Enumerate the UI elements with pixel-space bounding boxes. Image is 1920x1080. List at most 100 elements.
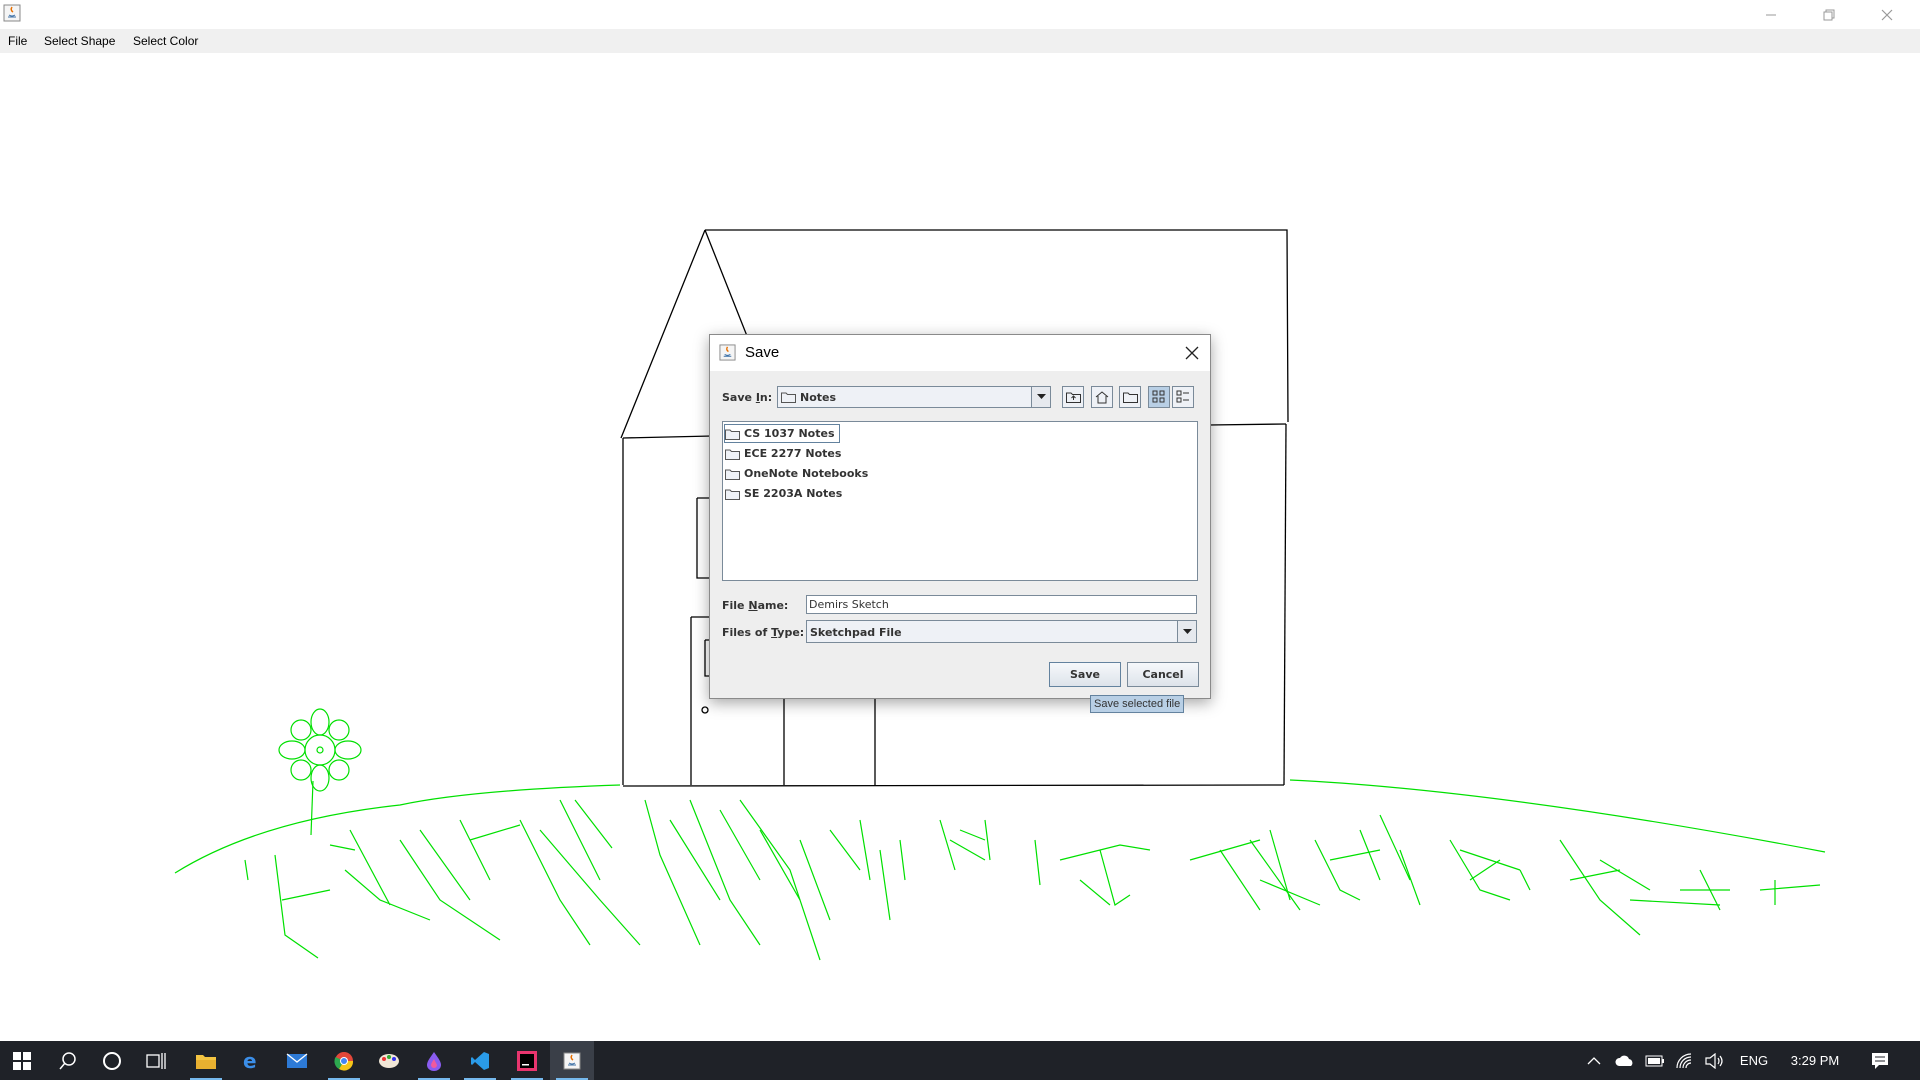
clock-time: 3:29 PM [1790, 1053, 1840, 1068]
minimize-button[interactable] [1742, 0, 1800, 29]
chrome-button[interactable] [322, 1041, 366, 1080]
window-titlebar [0, 0, 1920, 29]
dialog-titlebar: Save [710, 335, 1210, 371]
mail-icon [286, 1052, 308, 1068]
paint-button[interactable] [367, 1041, 411, 1080]
menu-select-shape[interactable]: Select Shape [44, 29, 115, 53]
menu-bar: File Select Shape Select Color [0, 29, 1920, 53]
house-base [622, 784, 1285, 787]
droplet-app-button[interactable] [412, 1041, 456, 1080]
folder-icon [725, 469, 740, 480]
start-button[interactable] [0, 1041, 44, 1080]
cortana-button[interactable] [90, 1041, 134, 1080]
svg-text:e: e [243, 1051, 257, 1071]
volume-tray[interactable] [1702, 1041, 1728, 1080]
folder-icon [725, 449, 740, 460]
restore-button[interactable] [1800, 0, 1858, 29]
new-folder-button[interactable] [1119, 386, 1141, 408]
cloud-icon [1615, 1055, 1633, 1066]
edge-button[interactable]: e [229, 1041, 273, 1080]
show-hidden-icons-button[interactable] [1582, 1041, 1606, 1080]
file-explorer-button[interactable] [184, 1041, 228, 1080]
chrome-icon [334, 1051, 354, 1071]
house-wall-right [1283, 423, 1287, 786]
vscode-icon [471, 1051, 489, 1070]
door-knob [701, 706, 709, 714]
notification-icon [1872, 1052, 1888, 1069]
restore-icon [1823, 9, 1835, 20]
file-name-label: File Name: [722, 599, 789, 612]
file-name-field[interactable] [806, 595, 1197, 614]
chevron-down-icon[interactable] [1031, 387, 1050, 407]
home-button[interactable] [1091, 386, 1113, 408]
java-app-icon [563, 1052, 581, 1069]
save-button[interactable]: Save [1049, 662, 1121, 687]
save-dialog: Save Save In: Notes CS 1037 Notes ECE 22… [709, 334, 1211, 699]
list-item-label: OneNote Notebooks [744, 467, 869, 480]
dialog-close-button[interactable] [1178, 339, 1206, 367]
file-list[interactable]: CS 1037 Notes ECE 2277 Notes OneNote Not… [722, 421, 1198, 581]
menu-select-color[interactable]: Select Color [133, 29, 198, 53]
mail-button[interactable] [275, 1041, 319, 1080]
search-button[interactable] [46, 1041, 90, 1080]
list-item[interactable]: CS 1037 Notes [724, 424, 840, 443]
search-icon [59, 1051, 76, 1069]
save-in-combo[interactable]: Notes [777, 386, 1051, 408]
minimize-icon [1766, 14, 1776, 15]
cancel-button[interactable]: Cancel [1127, 662, 1199, 687]
list-item-label: ECE 2277 Notes [744, 447, 842, 460]
file-explorer-icon [196, 1054, 216, 1069]
java-app-button[interactable] [550, 1041, 594, 1080]
battery-tray[interactable] [1642, 1041, 1668, 1080]
list-view-icon [1152, 390, 1165, 403]
wifi-icon [1676, 1052, 1692, 1068]
intellij-icon [517, 1050, 537, 1071]
door-inner [783, 697, 876, 785]
file-type-label: Files of Type: [722, 626, 805, 639]
list-item[interactable]: OneNote Notebooks [725, 465, 872, 482]
list-view-button[interactable] [1148, 386, 1170, 408]
paint-icon [379, 1053, 399, 1068]
save-in-value: Notes [800, 391, 837, 404]
new-folder-icon [1122, 392, 1138, 403]
folder-icon [725, 489, 740, 500]
close-icon [1881, 9, 1893, 20]
up-folder-icon [1065, 392, 1081, 403]
folder-icon [725, 429, 740, 440]
list-item-label: CS 1037 Notes [744, 427, 835, 440]
flower-drawing [278, 708, 362, 836]
java-app-icon [3, 4, 21, 22]
onedrive-tray[interactable] [1612, 1041, 1638, 1080]
speaker-icon [1705, 1052, 1723, 1069]
file-type-value: Sketchpad File [810, 626, 902, 639]
list-item[interactable]: ECE 2277 Notes [725, 445, 845, 462]
chevron-up-icon [1587, 1056, 1601, 1064]
save-in-label: Save In: [722, 391, 773, 404]
close-window-button[interactable] [1858, 0, 1916, 29]
intellij-button[interactable] [505, 1041, 549, 1080]
language-text: ENG [1739, 1053, 1769, 1068]
language-indicator[interactable]: ENG [1734, 1041, 1774, 1080]
menu-file[interactable]: File [8, 29, 27, 53]
droplet-app-icon [427, 1051, 441, 1071]
list-item[interactable]: SE 2203A Notes [725, 485, 846, 502]
grass-drawing [174, 779, 1826, 961]
task-view-button[interactable] [134, 1041, 178, 1080]
chevron-down-icon[interactable] [1177, 621, 1196, 642]
details-view-icon [1176, 390, 1189, 403]
network-tray[interactable] [1672, 1041, 1698, 1080]
list-item-label: SE 2203A Notes [744, 487, 843, 500]
home-icon [1095, 390, 1109, 403]
battery-icon [1645, 1055, 1664, 1066]
tooltip: Save selected file [1090, 695, 1185, 713]
file-type-combo[interactable]: Sketchpad File [806, 620, 1197, 643]
details-view-button[interactable] [1172, 386, 1194, 408]
dialog-title: Save [745, 344, 780, 361]
door-frame [690, 616, 709, 785]
vscode-button[interactable] [458, 1041, 502, 1080]
cortana-icon [103, 1051, 121, 1070]
up-folder-button[interactable] [1062, 386, 1084, 408]
clock[interactable]: 3:29 PM [1780, 1041, 1850, 1080]
action-center-button[interactable] [1862, 1041, 1898, 1080]
close-icon [1185, 346, 1199, 360]
